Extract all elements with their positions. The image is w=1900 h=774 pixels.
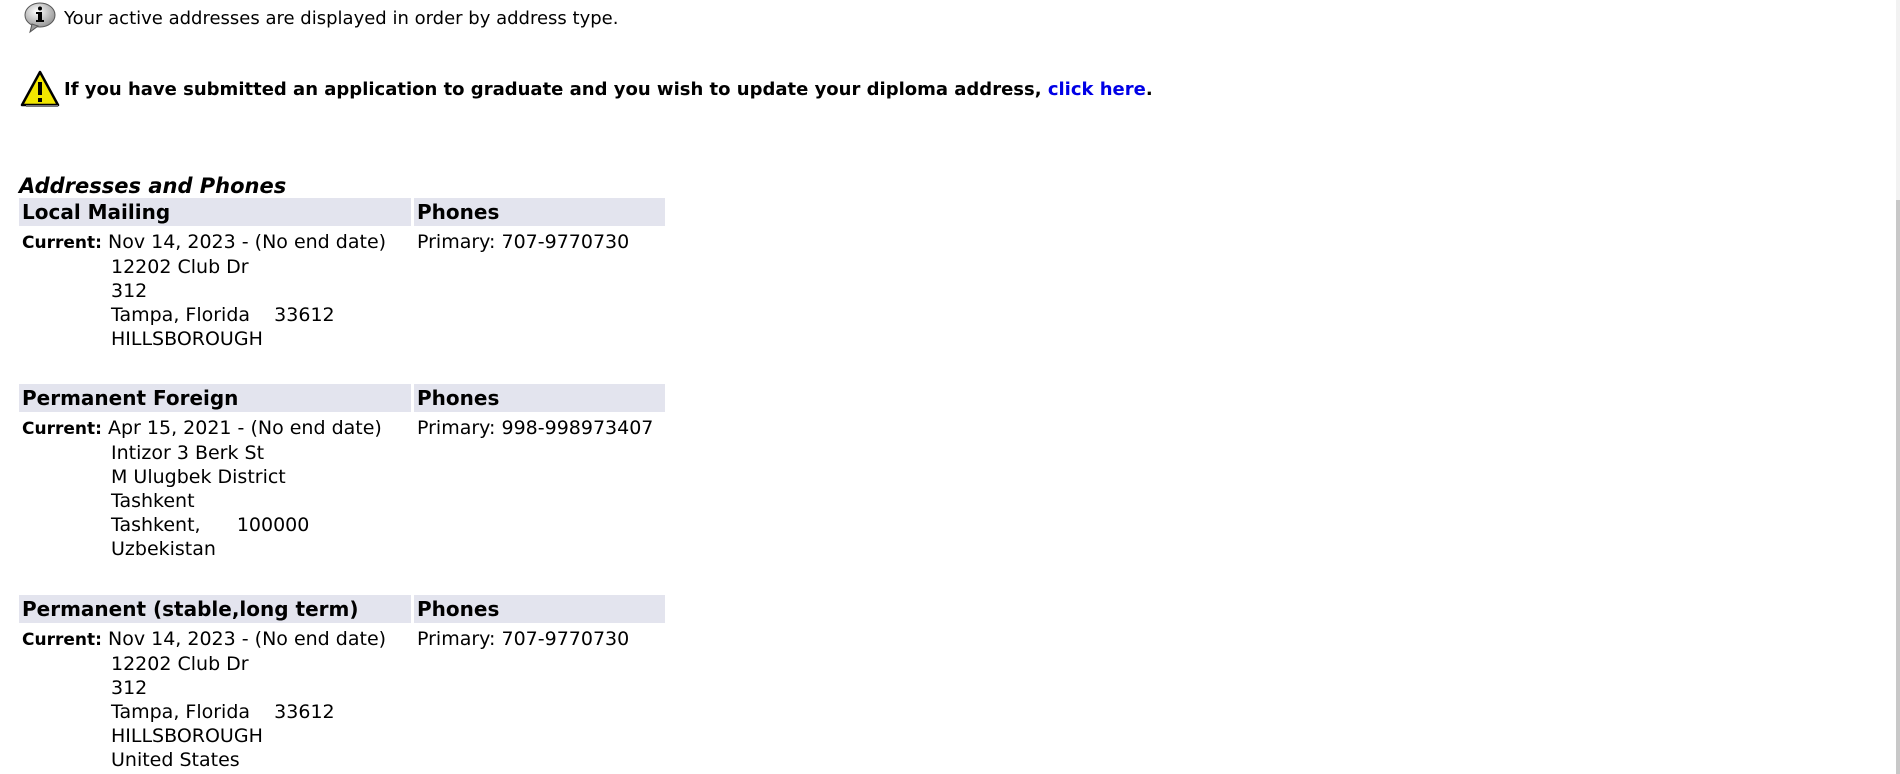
- address-cell: Current: Nov 14, 2023 - (No end date) 122…: [19, 226, 411, 351]
- warning-suffix: .: [1145, 78, 1153, 100]
- address-line: Tampa, Florida 33612: [111, 304, 335, 326]
- address-dates: Apr 15, 2021 - (No end date): [108, 417, 382, 439]
- phones-header: Phones: [414, 198, 665, 226]
- update-diploma-address-link[interactable]: click here: [1048, 79, 1146, 100]
- phones-header: Phones: [414, 595, 665, 623]
- address-line: M Ulugbek District: [111, 466, 286, 488]
- address-table-local-mailing: Local Mailing Phones Current: Nov 14, 202…: [16, 198, 668, 351]
- phone-cell: Primary: 707-9770730: [417, 628, 630, 650]
- address-line: Tampa, Florida 33612: [111, 701, 335, 723]
- phone-cell: Primary: 707-9770730: [417, 231, 630, 253]
- address-dates: Nov 14, 2023 - (No end date): [108, 231, 387, 253]
- address-lines: 12202 Club Dr 312 Tampa, Florida 33612 H…: [22, 652, 408, 772]
- address-line: Tashkent, 100000: [111, 514, 310, 536]
- warning-text: If you have submitted an application to …: [64, 78, 1042, 100]
- status-label: Current:: [22, 630, 102, 650]
- warning-icon: [20, 70, 60, 108]
- address-table-permanent: Permanent (stable,long term) Phones Curr…: [16, 595, 668, 772]
- status-label: Current:: [22, 419, 102, 439]
- info-icon: [22, 2, 58, 34]
- address-lines: 12202 Club Dr 312 Tampa, Florida 33612 H…: [22, 255, 408, 351]
- scrollbar-thumb[interactable]: [1896, 200, 1900, 774]
- address-line: Uzbekistan: [111, 538, 216, 560]
- address-line: Intizor 3 Berk St: [111, 442, 265, 464]
- info-message: Your active addresses are displayed in o…: [22, 2, 618, 34]
- address-cell: Current: Apr 15, 2021 - (No end date) Int…: [19, 412, 411, 561]
- phone-cell: Primary: 998-998973407: [417, 417, 654, 439]
- address-line: 12202 Club Dr: [111, 653, 249, 675]
- vertical-scrollbar[interactable]: [1896, 0, 1900, 774]
- address-line: 12202 Club Dr: [111, 256, 249, 278]
- address-line: HILLSBOROUGH: [111, 725, 263, 747]
- address-type-header: Permanent Foreign: [19, 384, 411, 412]
- address-lines: Intizor 3 Berk St M Ulugbek District Tas…: [22, 441, 408, 561]
- address-type-header: Local Mailing: [19, 198, 411, 226]
- info-text: Your active addresses are displayed in o…: [64, 7, 619, 29]
- section-title: Addresses and Phones: [19, 174, 287, 198]
- address-line: HILLSBOROUGH: [111, 328, 263, 350]
- address-dates: Nov 14, 2023 - (No end date): [108, 628, 387, 650]
- phones-header: Phones: [414, 384, 665, 412]
- address-cell: Current: Nov 14, 2023 - (No end date) 122…: [19, 623, 411, 772]
- address-line: Tashkent: [111, 490, 195, 512]
- address-type-header: Permanent (stable,long term): [19, 595, 411, 623]
- address-line: United States: [111, 749, 240, 771]
- address-line: 312: [111, 280, 148, 302]
- address-line: 312: [111, 677, 148, 699]
- status-label: Current:: [22, 233, 102, 253]
- diploma-warning: If you have submitted an application to …: [20, 70, 1153, 108]
- address-table-permanent-foreign: Permanent Foreign Phones Current: Apr 15,…: [16, 384, 668, 561]
